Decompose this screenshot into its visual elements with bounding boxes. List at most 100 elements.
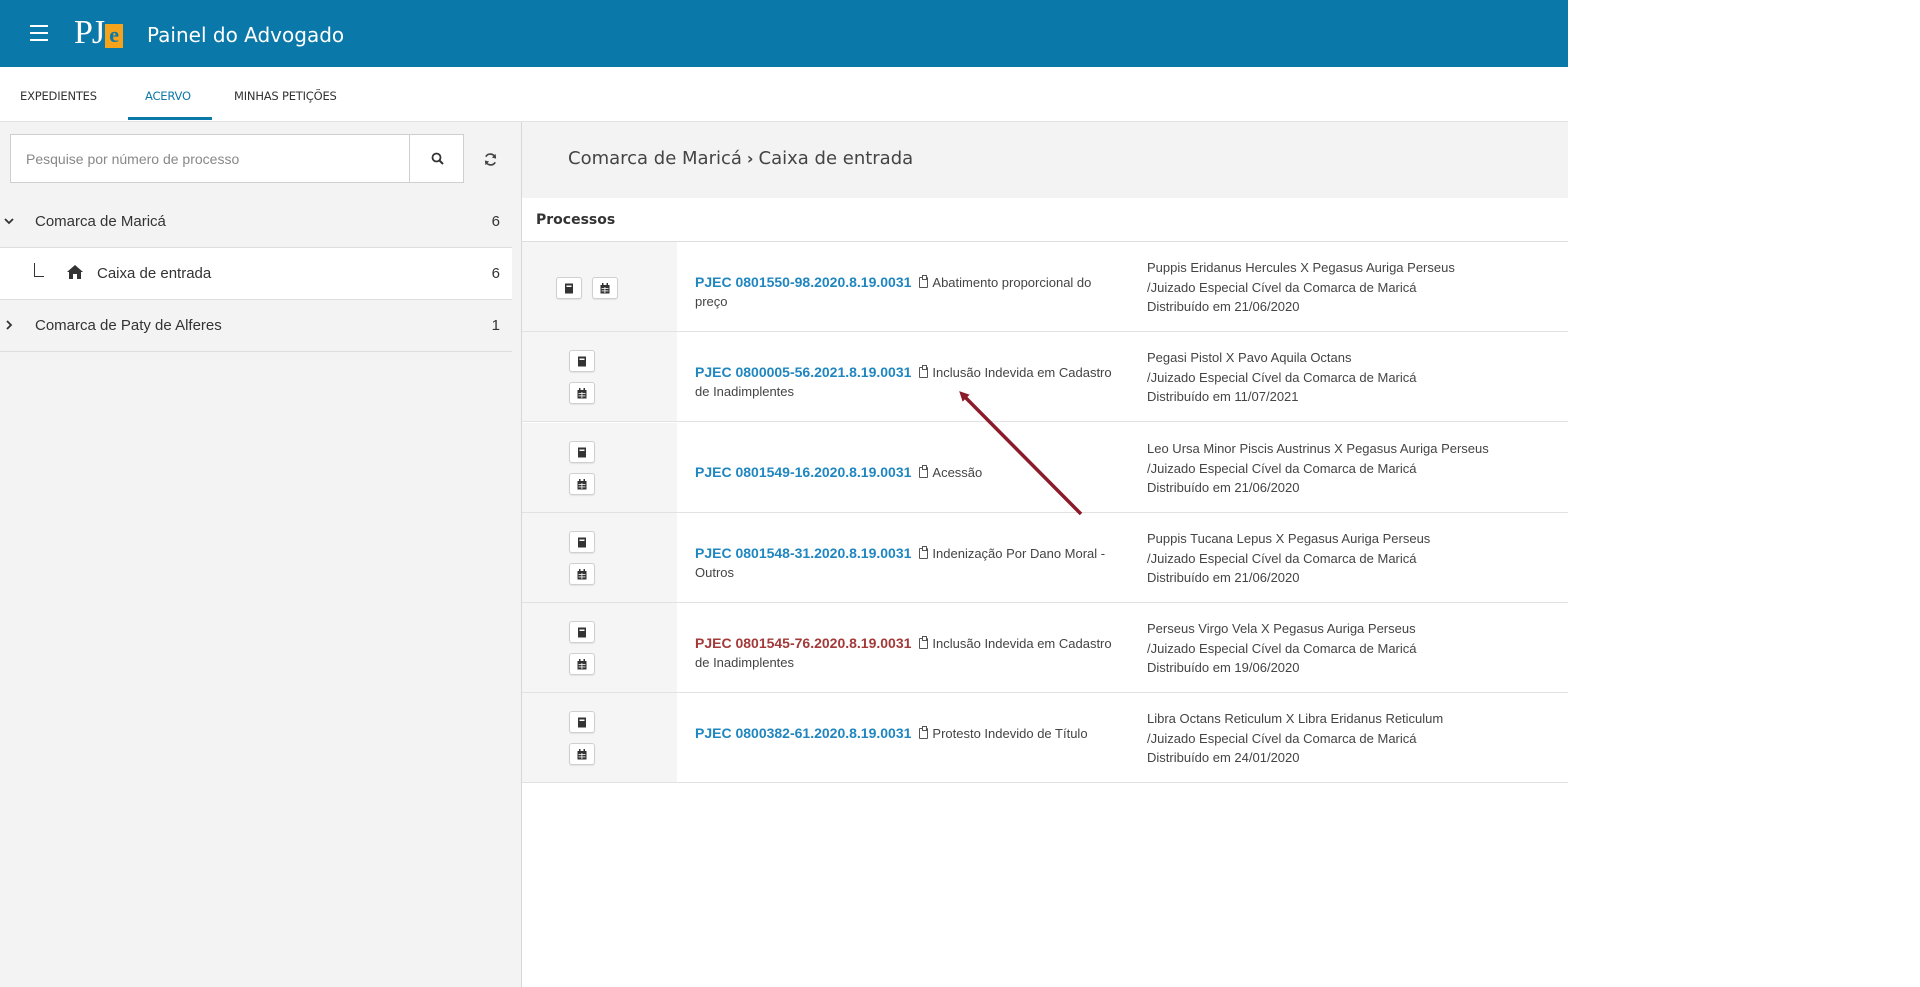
- book-button[interactable]: [569, 441, 595, 463]
- top-bar: PJ e Painel do Advogado: [0, 0, 1568, 67]
- tree-connector: [34, 263, 44, 277]
- process-distributed: Distribuído em 21/06/2020: [1147, 480, 1300, 495]
- calendar-icon: [577, 748, 587, 759]
- process-summary: PJEC 0801550-98.2020.8.19.0031 Abatimento…: [695, 273, 1125, 311]
- process-details: Leo Ursa Minor Piscis Austrinus X Pegasu…: [1147, 439, 1489, 498]
- clipboard-icon: [919, 726, 929, 739]
- item-count: 6: [491, 265, 500, 282]
- calendar-button[interactable]: [569, 653, 595, 675]
- logo-pj: PJ: [74, 14, 105, 51]
- breadcrumb-caixa[interactable]: Caixa de entrada: [759, 148, 914, 169]
- book-icon: [565, 283, 573, 293]
- group-label: Comarca de Maricá: [35, 213, 166, 230]
- pje-logo[interactable]: PJ e: [74, 14, 124, 51]
- process-row: PJEC 0801549-16.2020.8.19.0031 Acessão Leo…: [522, 423, 1568, 513]
- search-icon: [431, 152, 444, 165]
- process-court: /Juizado Especial Cível da Comarca de Ma…: [1147, 640, 1417, 656]
- process-actions: [522, 513, 677, 602]
- app-title: Painel do Advogado: [147, 23, 345, 47]
- process-court: /Juizado Especial Cível da Comarca de Ma…: [1147, 460, 1417, 476]
- book-button[interactable]: [569, 350, 595, 372]
- process-actions: [522, 423, 677, 512]
- book-button[interactable]: [569, 621, 595, 643]
- process-number-link[interactable]: PJEC 0801545-76.2020.8.19.0031: [695, 635, 911, 651]
- calendar-icon: [577, 568, 587, 579]
- calendar-button[interactable]: [569, 473, 595, 495]
- process-details: Puppis Eridanus Hercules X Pegasus Aurig…: [1147, 258, 1455, 317]
- process-distributed: Distribuído em 19/06/2020: [1147, 660, 1300, 675]
- item-caixa-de-entrada[interactable]: Caixa de entrada 6: [0, 248, 512, 300]
- book-button[interactable]: [569, 711, 595, 733]
- main-panel: Comarca de Maricá › Caixa de entrada Pro…: [522, 122, 1568, 987]
- breadcrumb: Comarca de Maricá › Caixa de entrada: [568, 148, 913, 169]
- process-row: PJEC 0801545-76.2020.8.19.0031 Inclusão I…: [522, 603, 1568, 693]
- search-button[interactable]: [409, 135, 464, 182]
- process-row: PJEC 0800005-56.2021.8.19.0031 Inclusão I…: [522, 332, 1568, 422]
- tab-minhas-peticoes[interactable]: MINHAS PETIÇÕES: [234, 89, 337, 103]
- process-distributed: Distribuído em 11/07/2021: [1147, 389, 1299, 404]
- process-actions: [522, 693, 677, 782]
- tab-acervo[interactable]: ACERVO: [145, 89, 191, 103]
- process-summary: PJEC 0801545-76.2020.8.19.0031 Inclusão I…: [695, 634, 1125, 672]
- process-distributed: Distribuído em 24/01/2020: [1147, 750, 1300, 765]
- calendar-button[interactable]: [569, 382, 595, 404]
- process-summary: PJEC 0800382-61.2020.8.19.0031 Protesto I…: [695, 724, 1125, 743]
- clipboard-icon: [919, 365, 929, 378]
- calendar-icon: [577, 658, 587, 669]
- process-parties: Pegasi Pistol X Pavo Aquila Octans: [1147, 350, 1352, 365]
- book-button[interactable]: [556, 277, 582, 299]
- book-button[interactable]: [569, 531, 595, 553]
- process-number-link[interactable]: PJEC 0801550-98.2020.8.19.0031: [695, 274, 911, 290]
- book-icon: [578, 356, 586, 366]
- breadcrumb-comarca[interactable]: Comarca de Maricá: [568, 148, 742, 169]
- calendar-icon: [577, 478, 587, 489]
- process-details: Pegasi Pistol X Pavo Aquila Octans/Juiza…: [1147, 348, 1417, 407]
- process-number-link[interactable]: PJEC 0800382-61.2020.8.19.0031: [695, 725, 911, 741]
- breadcrumb-bar: Comarca de Maricá › Caixa de entrada: [522, 122, 1568, 198]
- book-icon: [578, 717, 586, 727]
- search-input[interactable]: [11, 135, 409, 182]
- tab-bar: EXPEDIENTES ACERVO MINHAS PETIÇÕES: [0, 67, 1568, 122]
- group-comarca-paty-de-alferes[interactable]: Comarca de Paty de Alferes 1: [0, 300, 512, 352]
- group-count: 1: [491, 317, 500, 334]
- process-details: Libra Octans Reticulum X Libra Eridanus …: [1147, 709, 1443, 768]
- group-comarca-marica[interactable]: Comarca de Maricá 6: [0, 196, 512, 248]
- process-summary: PJEC 0801548-31.2020.8.19.0031 Indenizaçã…: [695, 544, 1125, 582]
- refresh-icon: [484, 152, 496, 166]
- process-parties: Puppis Tucana Lepus X Pegasus Auriga Per…: [1147, 531, 1431, 546]
- process-actions: [522, 242, 677, 331]
- process-actions: [522, 332, 677, 421]
- chevron-right-icon: [6, 320, 13, 330]
- breadcrumb-separator: ›: [746, 149, 754, 168]
- process-row: PJEC 0801550-98.2020.8.19.0031 Abatimento…: [522, 242, 1568, 332]
- calendar-button[interactable]: [569, 743, 595, 765]
- process-subject: Protesto Indevido de Título: [932, 726, 1088, 741]
- process-number-link[interactable]: PJEC 0801549-16.2020.8.19.0031: [695, 464, 911, 480]
- process-details: Perseus Virgo Vela X Pegasus Auriga Pers…: [1147, 619, 1417, 678]
- process-court: /Juizado Especial Cível da Comarca de Ma…: [1147, 550, 1417, 566]
- process-number-link[interactable]: PJEC 0801548-31.2020.8.19.0031: [695, 545, 911, 561]
- search-box: [10, 134, 464, 183]
- process-row: PJEC 0800382-61.2020.8.19.0031 Protesto I…: [522, 693, 1568, 783]
- logo-e: e: [105, 24, 124, 48]
- calendar-button[interactable]: [569, 563, 595, 585]
- clipboard-icon: [919, 636, 929, 649]
- process-parties: Libra Octans Reticulum X Libra Eridanus …: [1147, 711, 1444, 726]
- process-parties: Perseus Virgo Vela X Pegasus Auriga Pers…: [1147, 621, 1416, 636]
- book-icon: [578, 447, 586, 457]
- item-label: Caixa de entrada: [97, 265, 212, 282]
- process-distributed: Distribuído em 21/06/2020: [1147, 570, 1300, 585]
- tab-expedientes[interactable]: EXPEDIENTES: [20, 89, 97, 103]
- process-court: /Juizado Especial Cível da Comarca de Ma…: [1147, 730, 1417, 746]
- clipboard-icon: [919, 275, 929, 288]
- process-number-link[interactable]: PJEC 0800005-56.2021.8.19.0031: [695, 364, 911, 380]
- book-icon: [578, 627, 586, 637]
- book-icon: [578, 537, 586, 547]
- calendar-button[interactable]: [592, 277, 618, 299]
- calendar-icon: [600, 282, 610, 293]
- refresh-button[interactable]: [478, 147, 502, 171]
- process-subject: Acessão: [932, 465, 983, 480]
- sidebar: Comarca de Maricá 6 Caixa de entrada 6 C…: [0, 122, 522, 987]
- process-details: Puppis Tucana Lepus X Pegasus Auriga Per…: [1147, 529, 1430, 588]
- menu-icon[interactable]: [30, 25, 48, 41]
